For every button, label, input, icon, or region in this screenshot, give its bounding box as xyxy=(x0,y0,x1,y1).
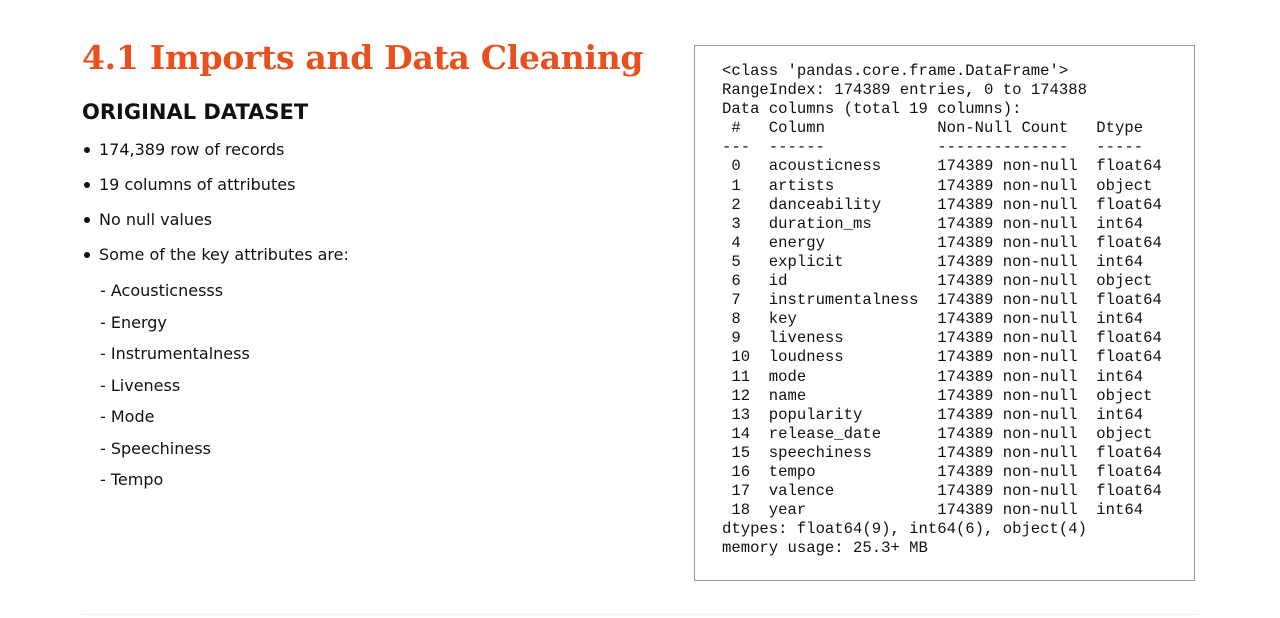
attribute-item: - Instrumentalness xyxy=(100,344,250,363)
code-line: <class 'pandas.core.frame.DataFrame'> xyxy=(722,62,1069,80)
bullet-icon xyxy=(84,147,90,153)
code-line: 11 mode 174389 non-null int64 xyxy=(722,367,1162,386)
list-item: 19 columns of attributes xyxy=(82,173,349,208)
code-line: 16 tempo 174389 non-null float64 xyxy=(722,462,1162,481)
code-line: 3 duration_ms 174389 non-null int64 xyxy=(722,214,1162,233)
bullet-text: Some of the key attributes are: xyxy=(99,245,349,264)
attribute-item: - Liveness xyxy=(100,375,181,395)
dataframe-info-output: <class 'pandas.core.frame.DataFrame'> Ra… xyxy=(694,45,1195,581)
list-item: 174,389 row of records xyxy=(82,138,349,173)
code-line: 5 explicit 174389 non-null int64 xyxy=(722,252,1162,271)
list-item: No null values xyxy=(82,208,349,243)
code-line: 14 release_date 174389 non-null object xyxy=(722,424,1162,443)
code-line: # Column Non-Null Count Dtype xyxy=(722,119,1162,138)
code-line: 4 energy 174389 non-null float64 xyxy=(722,233,1162,252)
bullet-icon xyxy=(84,182,90,188)
code-line: dtypes: float64(9), int64(6), object(4) xyxy=(722,520,1087,539)
bullet-icon xyxy=(84,217,90,223)
key-attributes-list: - Acousticnesss - Energy - Instrumentaln… xyxy=(100,279,250,500)
bullet-text: No null values xyxy=(99,210,213,229)
code-line: 7 instrumentalness 174389 non-null float… xyxy=(722,291,1162,310)
code-line: memory usage: 25.3+ MB xyxy=(722,539,928,558)
slide-title: 4.1 Imports and Data Cleaning xyxy=(82,38,644,77)
attribute-item: - Acousticnesss xyxy=(100,281,224,300)
code-line: 10 loudness 174389 non-null float64 xyxy=(722,348,1162,367)
code-line: 6 id 174389 non-null object xyxy=(722,272,1162,291)
code-line: 18 year 174389 non-null int64 xyxy=(722,501,1162,520)
code-line: 8 key 174389 non-null int64 xyxy=(722,310,1162,329)
code-line: 17 valence 174389 non-null float64 xyxy=(722,482,1162,501)
bullet-text: 174,389 row of records xyxy=(99,140,285,159)
code-line: Data columns (total 19 columns): xyxy=(722,100,1022,119)
code-line: 9 liveness 174389 non-null float64 xyxy=(722,329,1162,348)
footer-divider xyxy=(82,614,1198,615)
attribute-item: - Speechiness xyxy=(100,438,211,458)
code-line: 0 acousticness 174389 non-null float64 xyxy=(722,157,1162,176)
attribute-item: - Mode xyxy=(100,407,155,426)
attribute-item: - Tempo xyxy=(100,470,164,489)
code-line: 15 speechiness 174389 non-null float64 xyxy=(722,443,1162,462)
code-output-text: <class 'pandas.core.frame.DataFrame'> Ra… xyxy=(722,62,1162,558)
code-line: --- ------ -------------- ----- xyxy=(722,138,1162,157)
code-line: 13 popularity 174389 non-null int64 xyxy=(722,405,1162,424)
code-line: 12 name 174389 non-null object xyxy=(722,386,1162,405)
attribute-item: - Energy xyxy=(100,312,167,332)
code-line: 2 danceability 174389 non-null float64 xyxy=(722,195,1162,214)
code-line: 1 artists 174389 non-null object xyxy=(722,176,1162,195)
bullet-text: 19 columns of attributes xyxy=(99,175,296,194)
list-item: Some of the key attributes are: xyxy=(82,243,349,278)
bullet-icon xyxy=(84,252,90,258)
section-subtitle: ORIGINAL DATASET xyxy=(82,100,309,124)
code-line: RangeIndex: 174389 entries, 0 to 174388 xyxy=(722,81,1087,100)
dataset-summary-list: 174,389 row of records 19 columns of att… xyxy=(82,138,349,278)
